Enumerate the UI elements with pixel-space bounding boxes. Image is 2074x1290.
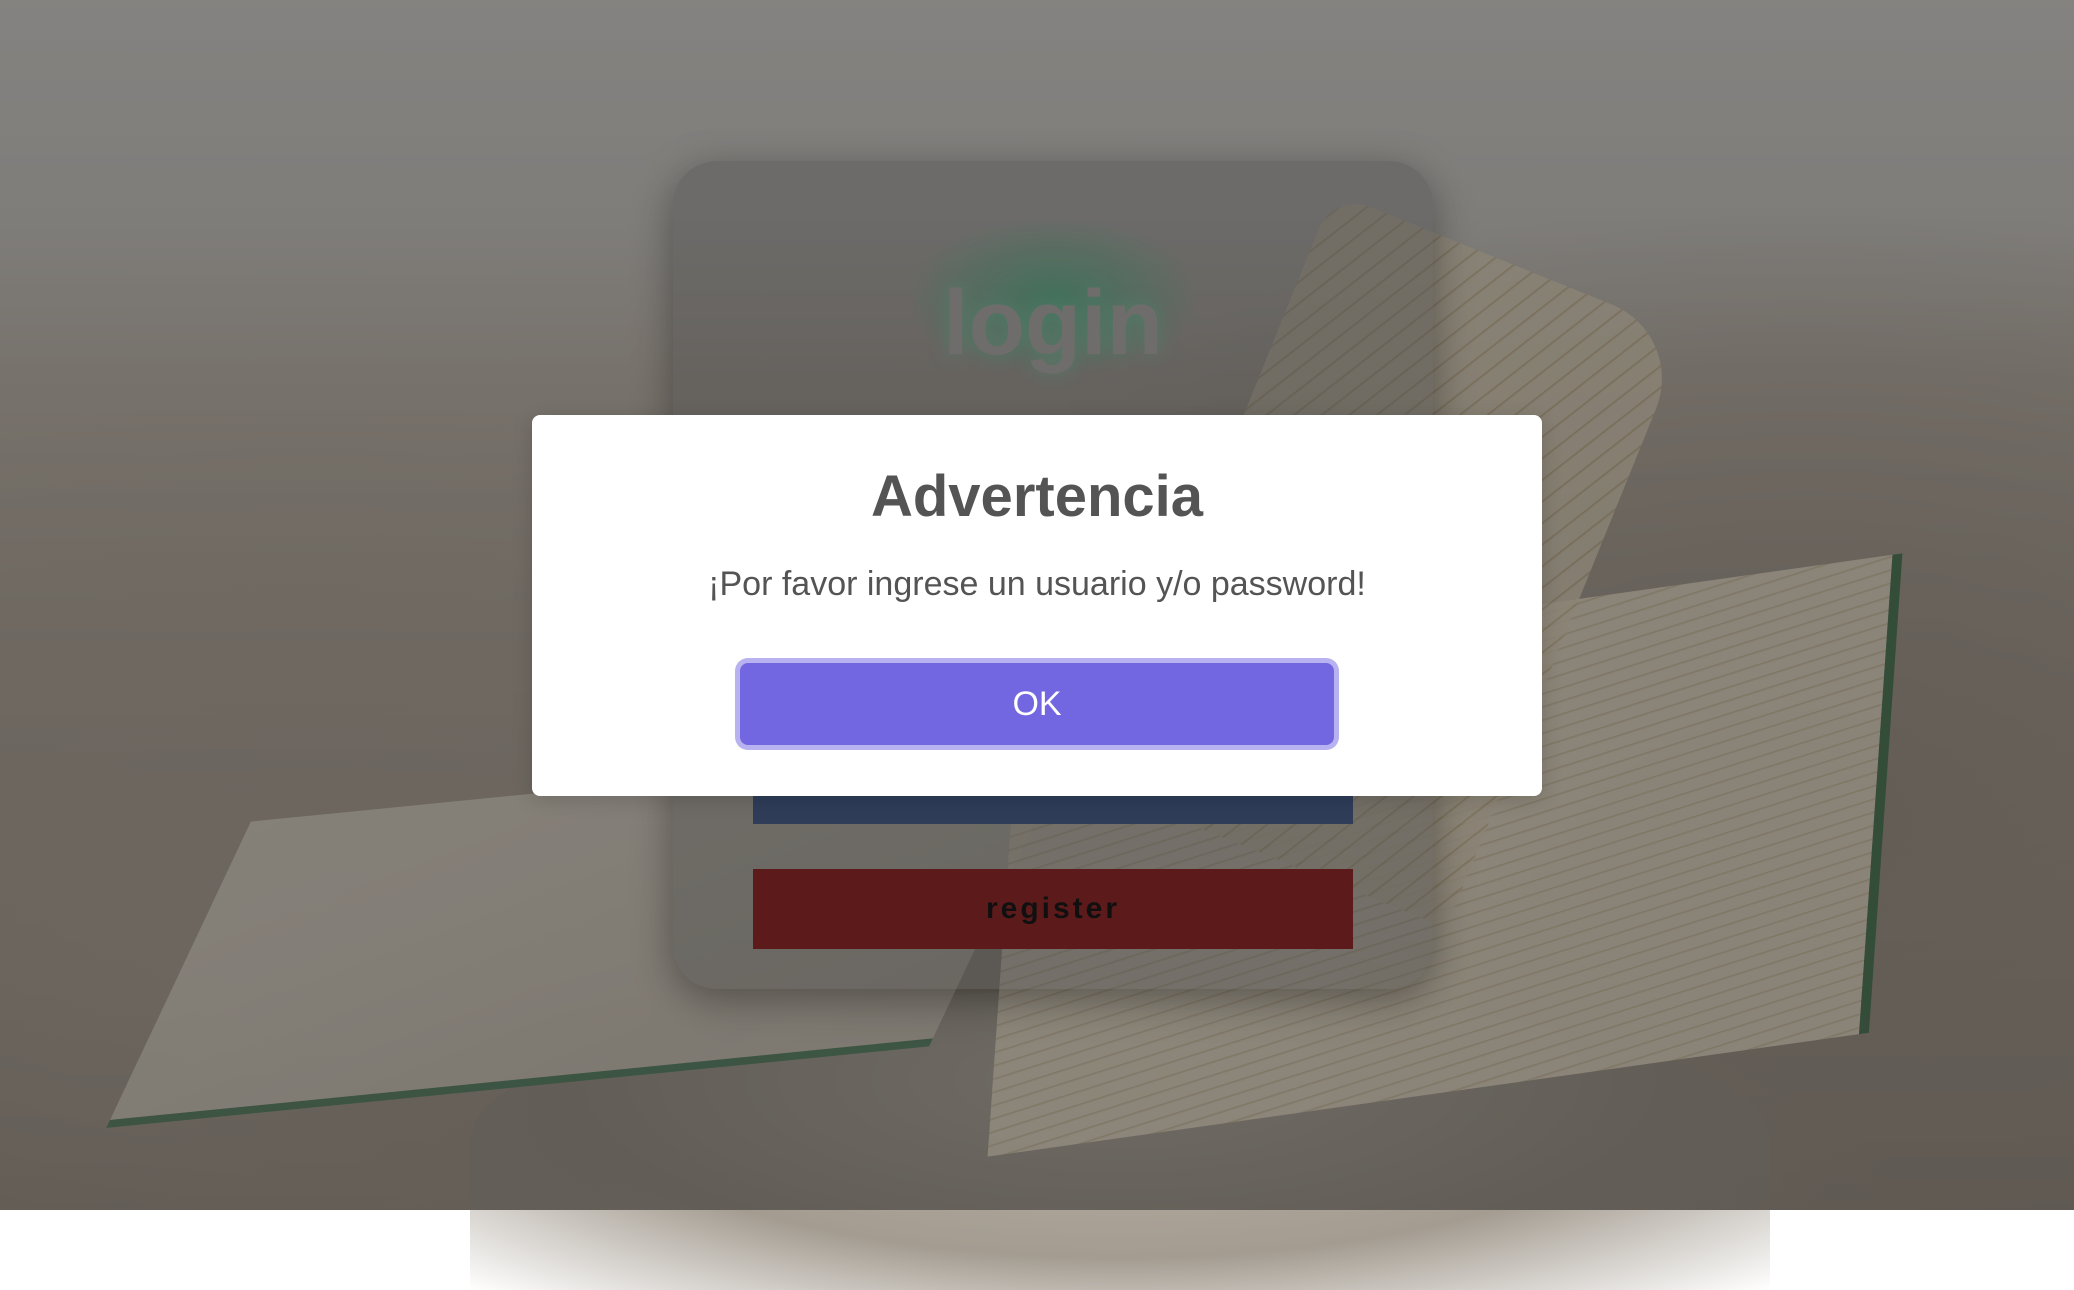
ok-button[interactable]: OK xyxy=(740,663,1334,745)
warning-dialog: Advertencia ¡Por favor ingrese un usuari… xyxy=(532,415,1542,796)
dialog-title: Advertencia xyxy=(870,464,1204,529)
dialog-message: ¡Por favor ingrese un usuario y/o passwo… xyxy=(708,565,1366,603)
